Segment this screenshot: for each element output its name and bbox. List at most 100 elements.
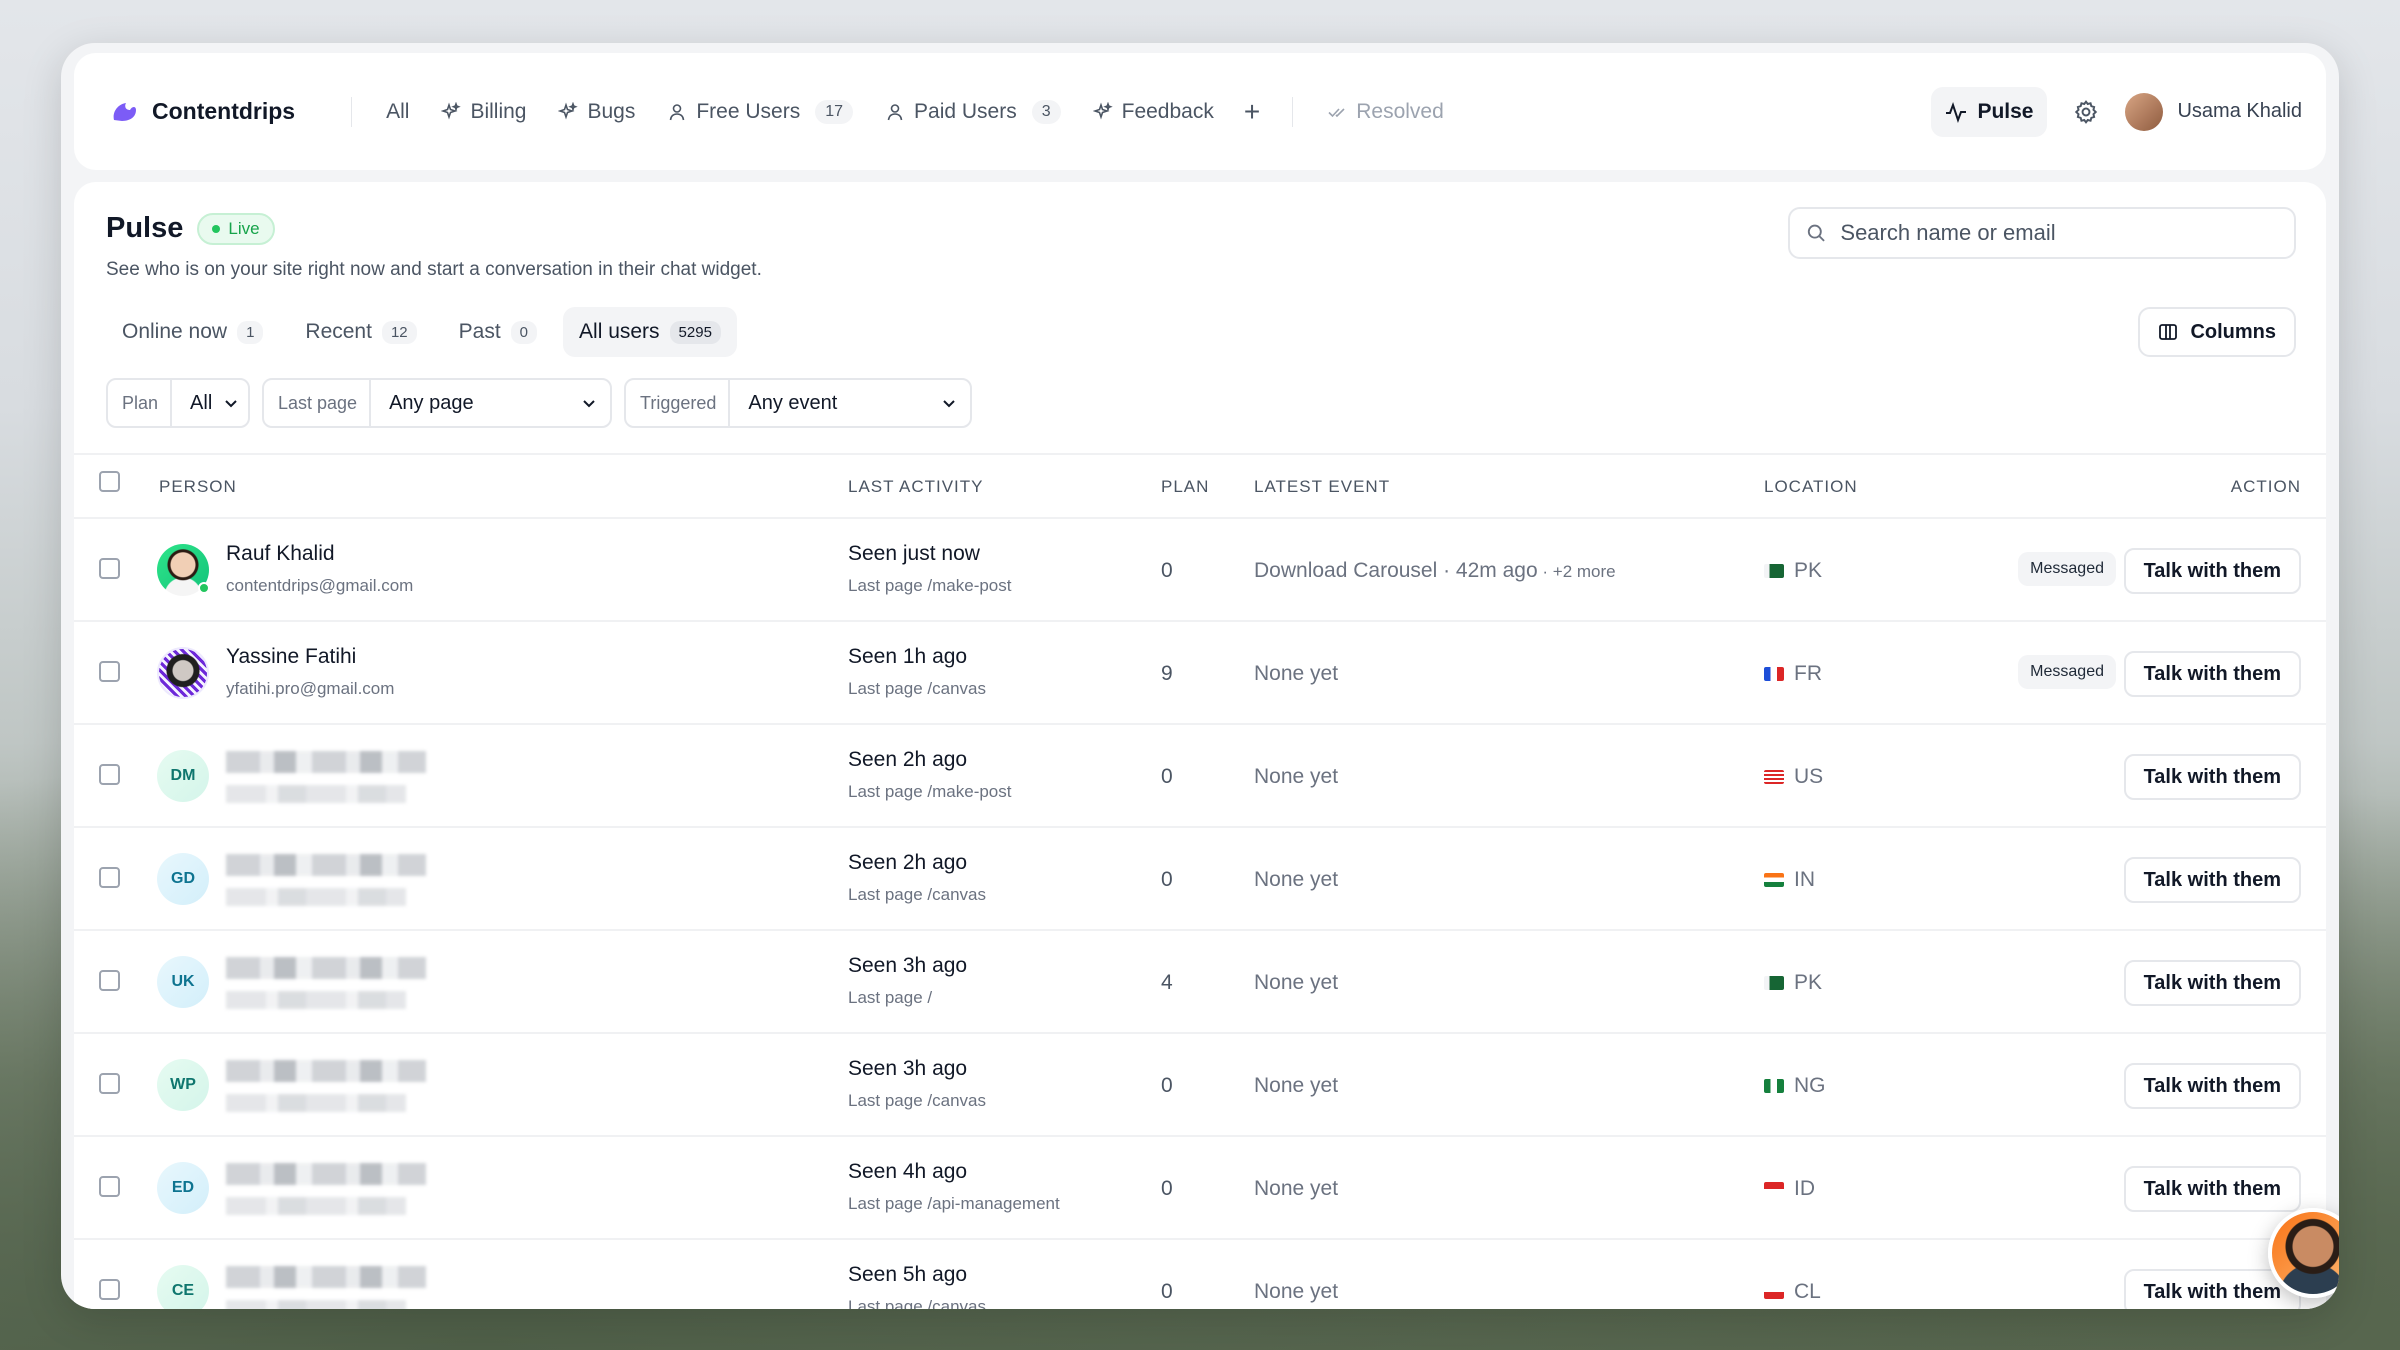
- last-page: Last page /canvas: [848, 679, 986, 698]
- chevron-down-icon: [583, 400, 595, 408]
- talk-with-them-button[interactable]: Talk with them: [2123, 1063, 2301, 1109]
- flag-icon: [1764, 1182, 1784, 1196]
- latest-event: None yet: [1254, 1280, 1338, 1304]
- redacted-name: [226, 1060, 426, 1082]
- latest-event: None yet: [1254, 662, 1338, 686]
- plan-value: 0: [1161, 1280, 1173, 1303]
- column-header-last-activity[interactable]: LAST ACTIVITY: [848, 477, 984, 497]
- column-header-latest-event[interactable]: LATEST EVENT: [1254, 477, 1390, 497]
- latest-event-text: None yet: [1254, 1177, 1339, 1200]
- triggered-filter[interactable]: Triggered Any event: [624, 378, 972, 428]
- talk-with-them-button[interactable]: Talk with them: [2123, 960, 2301, 1006]
- country-code: CL: [1794, 1280, 1821, 1303]
- table-row[interactable]: Rauf Khalid contentdrips@gmail.com Seen …: [74, 519, 2326, 622]
- filter-label: Triggered: [626, 380, 731, 426]
- add-view-button[interactable]: +: [1230, 96, 1274, 128]
- columns-button[interactable]: Columns: [2138, 307, 2296, 357]
- table-row[interactable]: Yassine Fatihi yfatihi.pro@gmail.com See…: [74, 622, 2326, 725]
- count-badge: 3: [1031, 99, 1061, 124]
- filter-value-text: All: [190, 391, 213, 414]
- row-checkbox[interactable]: [99, 867, 120, 888]
- latest-event: None yet: [1254, 1177, 1338, 1201]
- plan-value: 4: [1161, 971, 1173, 994]
- last-page: Last page /api-management: [848, 1194, 1060, 1213]
- row-checkbox[interactable]: [99, 1176, 120, 1197]
- table-row[interactable]: DM Seen 2h ago Last page /make-post 0 No…: [74, 725, 2326, 828]
- nav-item-billing[interactable]: Billing: [425, 90, 542, 134]
- plan-filter[interactable]: Plan All: [106, 378, 250, 428]
- talk-with-them-button[interactable]: Talk with them: [2123, 548, 2301, 594]
- column-header-location[interactable]: LOCATION: [1764, 477, 1858, 497]
- nav-item-bugs[interactable]: Bugs: [542, 90, 651, 134]
- latest-event: None yet: [1254, 1074, 1338, 1098]
- flag-icon: [1764, 976, 1784, 990]
- latest-event-text: None yet: [1254, 662, 1339, 685]
- flag-icon: [1764, 873, 1784, 887]
- chevron-down-icon: [943, 400, 955, 408]
- tab-all-users[interactable]: All users 5295: [563, 307, 737, 357]
- count-badge: 17: [815, 99, 854, 124]
- talk-with-them-button[interactable]: Talk with them: [2123, 1166, 2301, 1212]
- tab-count: 12: [381, 320, 417, 344]
- row-checkbox[interactable]: [99, 970, 120, 991]
- talk-with-them-button[interactable]: Talk with them: [2123, 857, 2301, 903]
- nav-item-all[interactable]: All: [370, 90, 425, 134]
- nav-item-resolved[interactable]: Resolved: [1311, 90, 1460, 134]
- column-header-action[interactable]: ACTION: [2231, 477, 2301, 497]
- plan-value: 0: [1161, 1177, 1173, 1200]
- tab-past[interactable]: Past 0: [443, 307, 553, 357]
- redacted-email: [226, 1300, 406, 1309]
- app-window: Contentdrips All Billing Bugs Free Users…: [61, 43, 2339, 1309]
- search-box[interactable]: [1788, 207, 2296, 259]
- pulse-button[interactable]: Pulse: [1931, 86, 2048, 137]
- talk-with-them-button[interactable]: Talk with them: [2123, 754, 2301, 800]
- latest-event-text: None yet: [1254, 868, 1339, 891]
- redacted-name: [226, 854, 426, 876]
- gear-icon[interactable]: [2073, 99, 2099, 125]
- latest-event: None yet: [1254, 971, 1338, 995]
- country-code: ID: [1794, 1177, 1815, 1200]
- last-page-filter[interactable]: Last page Any page: [262, 378, 612, 428]
- nav-item-label: Billing: [470, 99, 527, 123]
- table-row[interactable]: CE Seen 5h ago Last page /canvas 0 None …: [74, 1240, 2326, 1309]
- messaged-badge: Messaged: [2018, 655, 2116, 689]
- table-row[interactable]: UK Seen 3h ago Last page / 4 None yet PK…: [74, 931, 2326, 1034]
- tab-label: Recent: [305, 320, 372, 343]
- tab-count: 0: [510, 320, 538, 344]
- columns-icon: [2159, 324, 2178, 340]
- brand-name: Contentdrips: [152, 98, 296, 124]
- tab-online-now[interactable]: Online now 1: [106, 307, 279, 357]
- tab-bar: Online now 1 Recent 12 Past 0 All users …: [106, 307, 737, 357]
- nav-item-feedback[interactable]: Feedback: [1077, 90, 1230, 134]
- search-input[interactable]: [1840, 220, 2278, 246]
- avatar-initials: WP: [170, 1076, 196, 1093]
- sparkle-icon: [441, 101, 462, 120]
- row-checkbox[interactable]: [99, 764, 120, 785]
- nav-item-paid-users[interactable]: Paid Users 3: [869, 90, 1077, 134]
- filter-value: All: [172, 392, 252, 415]
- row-checkbox[interactable]: [99, 1279, 120, 1300]
- table-row[interactable]: WP Seen 3h ago Last page /canvas 0 None …: [74, 1034, 2326, 1137]
- table-row[interactable]: GD Seen 2h ago Last page /canvas 0 None …: [74, 828, 2326, 931]
- brand[interactable]: Contentdrips: [110, 98, 295, 125]
- table-header: PERSON LAST ACTIVITY PLAN LATEST EVENT L…: [74, 453, 2326, 519]
- row-checkbox[interactable]: [99, 558, 120, 579]
- nav-item-free-users[interactable]: Free Users 17: [651, 90, 869, 134]
- column-header-person[interactable]: PERSON: [159, 477, 237, 497]
- talk-with-them-button[interactable]: Talk with them: [2123, 651, 2301, 697]
- more-events-link[interactable]: · +2 more: [1538, 562, 1615, 581]
- table-row[interactable]: ED Seen 4h ago Last page /api-management…: [74, 1137, 2326, 1240]
- row-checkbox[interactable]: [99, 661, 120, 682]
- user-menu[interactable]: Usama Khalid: [2125, 92, 2302, 131]
- plan-value: 0: [1161, 1074, 1173, 1097]
- select-all-checkbox[interactable]: [99, 471, 120, 492]
- last-seen: Seen 1h ago: [848, 645, 968, 668]
- country-code: NG: [1794, 1074, 1826, 1097]
- pulse-label: Pulse: [1977, 99, 2034, 123]
- row-checkbox[interactable]: [99, 1073, 120, 1094]
- user-icon: [670, 103, 685, 120]
- tab-recent[interactable]: Recent 12: [289, 307, 432, 357]
- avatar: [157, 647, 209, 699]
- plan-value: 0: [1161, 868, 1173, 891]
- column-header-plan[interactable]: PLAN: [1161, 477, 1209, 497]
